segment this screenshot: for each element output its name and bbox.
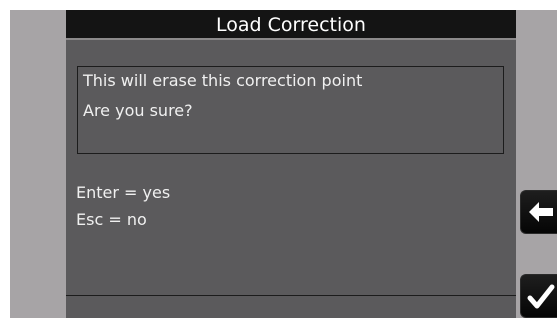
footer-divider: [66, 295, 516, 296]
dialog-title: Load Correction: [216, 14, 366, 36]
checkmark-icon: [527, 284, 555, 309]
back-arrow-icon: [529, 202, 553, 222]
right-bezel: [516, 10, 557, 318]
left-bezel: [10, 10, 66, 318]
confirm-button[interactable]: [520, 274, 557, 318]
message-box: This will erase this correction point Ar…: [77, 66, 504, 154]
message-line-erase: This will erase this correction point: [83, 71, 363, 90]
dialog-title-bar: Load Correction: [66, 10, 516, 40]
back-button[interactable]: [520, 190, 557, 234]
message-line-confirm: Are you sure?: [83, 101, 193, 120]
enter-hint: Enter = yes: [76, 183, 171, 202]
load-correction-dialog: Load Correction This will erase this cor…: [66, 10, 516, 318]
esc-hint: Esc = no: [76, 210, 147, 229]
screen: Load Correction This will erase this cor…: [0, 0, 557, 318]
